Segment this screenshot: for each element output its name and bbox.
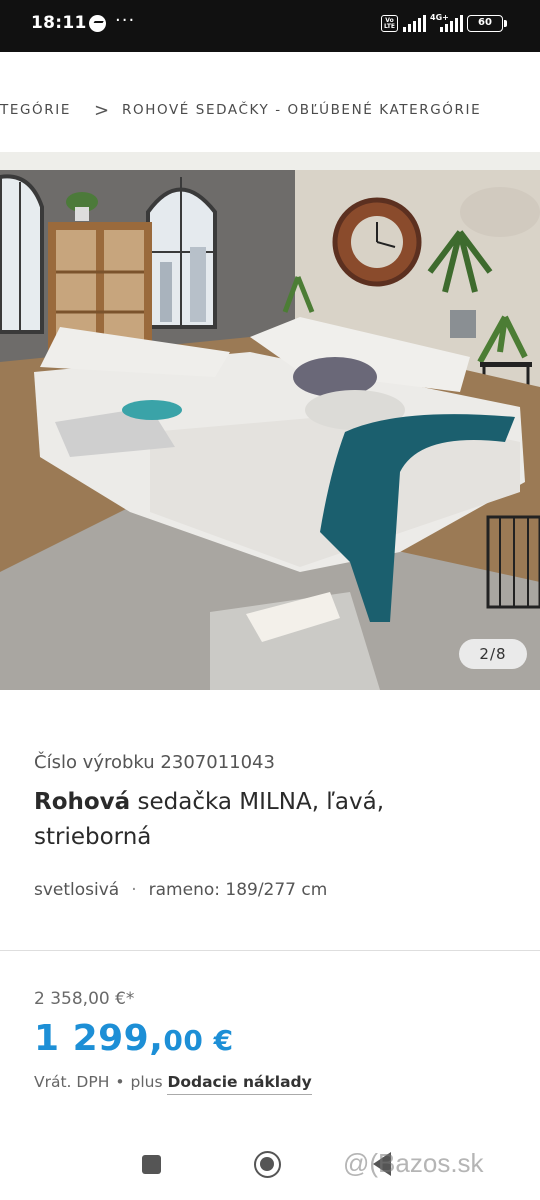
- product-attributes: svetlosivá · rameno: 189/277 cm: [34, 880, 327, 900]
- breadcrumb: TEGÓRIE > ROHOVÉ SEDAČKY - OBĽÚBENÉ KATE…: [0, 52, 540, 152]
- watermark: @(Bazos.sk: [343, 1148, 484, 1178]
- product-image[interactable]: 2/8: [0, 152, 540, 690]
- messenger-icon: [89, 15, 106, 32]
- chevron-right-icon: >: [94, 100, 110, 121]
- vat-separator: •: [115, 1073, 125, 1091]
- system-nav-bar: @(Bazos.sk: [0, 1128, 540, 1200]
- status-bar: 18:11 ··· Vo LTE 4G+ 60: [0, 0, 540, 52]
- product-title-bold: Rohová: [34, 789, 131, 815]
- recent-apps-button[interactable]: [142, 1155, 161, 1174]
- breadcrumb-item-category[interactable]: TEGÓRIE: [0, 102, 71, 118]
- product-color: svetlosivá: [34, 880, 120, 900]
- breadcrumb-item-corner-sofas[interactable]: ROHOVÉ SEDAČKY - OBĽÚBENÉ KATERGÓRIE: [122, 102, 481, 118]
- product-dimension: rameno: 189/277 cm: [148, 880, 328, 900]
- plus-label: plus: [130, 1073, 163, 1091]
- product-number: Číslo výrobku 2307011043: [34, 752, 275, 773]
- sofa-photo-illustration: [0, 152, 540, 690]
- vat-line: Vrát. DPH • plus Dodacie náklady: [34, 1073, 312, 1095]
- signal-icon: [403, 15, 429, 32]
- shipping-costs-link[interactable]: Dodacie náklady: [167, 1073, 312, 1095]
- battery-icon: 60: [467, 15, 507, 32]
- vat-label: Vrát. DPH: [34, 1073, 110, 1091]
- current-price: 1 299,00 €: [34, 1018, 234, 1059]
- current-price-cents: 00 €: [163, 1024, 234, 1057]
- signal-icon-2: [440, 15, 464, 32]
- current-price-whole: 1 299,: [34, 1018, 164, 1059]
- volte-icon: Vo LTE: [381, 15, 398, 32]
- more-notifications-icon: ···: [115, 10, 136, 31]
- product-title: Rohová sedačka MILNA, ľavá, strieborná: [34, 785, 504, 855]
- divider: [0, 950, 540, 951]
- attribute-separator: ·: [131, 880, 137, 900]
- old-price: 2 358,00 €*: [34, 989, 135, 1009]
- status-time: 18:11: [31, 13, 87, 33]
- image-counter: 2/8: [459, 639, 527, 669]
- home-button[interactable]: [254, 1151, 281, 1178]
